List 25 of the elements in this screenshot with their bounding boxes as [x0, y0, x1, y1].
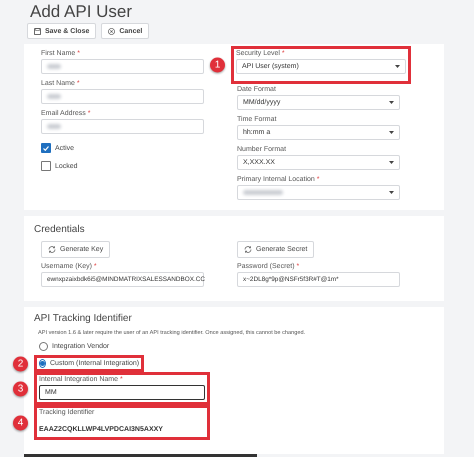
- caret-icon: [389, 191, 394, 194]
- step-number: 4: [13, 415, 28, 430]
- section-title: Credentials: [34, 224, 86, 235]
- scrollbar[interactable]: [24, 454, 257, 457]
- caret-icon: [389, 131, 394, 134]
- save-icon: [34, 28, 41, 34]
- text-field[interactable]: [41, 89, 204, 104]
- section-title: API Tracking Identifier: [34, 313, 133, 324]
- caret-icon: [389, 161, 394, 164]
- radio-button[interactable]: [39, 342, 48, 351]
- radio-button[interactable]: [39, 359, 46, 368]
- dropdown[interactable]: [237, 185, 400, 200]
- refresh-icon: [48, 246, 56, 253]
- checkbox[interactable]: [41, 161, 51, 171]
- caret-icon: [389, 101, 394, 104]
- caret-icon: [395, 65, 400, 68]
- page-title: Add API User: [29, 1, 134, 21]
- step-number: 3: [13, 381, 28, 396]
- close-icon: [108, 28, 116, 34]
- text-field[interactable]: [41, 59, 204, 74]
- checkbox[interactable]: [41, 143, 51, 153]
- step-number: 2: [13, 356, 28, 371]
- step-number: 1: [210, 58, 225, 72]
- refresh-icon: [244, 246, 252, 253]
- text-field[interactable]: [41, 119, 204, 134]
